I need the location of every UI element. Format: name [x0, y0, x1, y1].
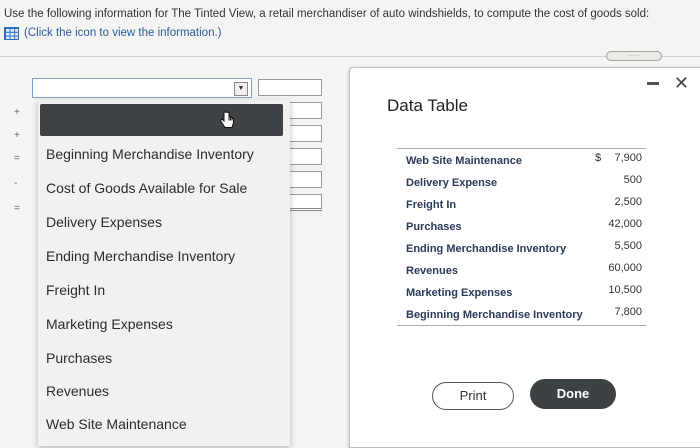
- data-table-title: Data Table: [387, 96, 468, 115]
- row-value: 42,000: [608, 218, 642, 230]
- currency-symbol: $: [595, 152, 602, 164]
- row-value: 7,800: [614, 306, 642, 318]
- row-label: Marketing Expenses: [406, 287, 513, 299]
- row-sign-2: +: [14, 130, 20, 141]
- data-table: Web Site Maintenance $ 7,900 Delivery Ex…: [397, 148, 646, 326]
- row-label: Ending Merchandise Inventory: [406, 243, 567, 255]
- expand-handle[interactable]: .....: [606, 51, 662, 61]
- dropdown-highlighted-option[interactable]: [40, 104, 283, 136]
- row-label: Purchases: [406, 221, 462, 233]
- row-label: Freight In: [406, 199, 457, 211]
- print-button[interactable]: Print: [432, 382, 514, 410]
- minimize-icon[interactable]: [647, 82, 659, 85]
- dropdown-option[interactable]: Ending Merchandise Inventory: [46, 248, 235, 264]
- table-icon[interactable]: [4, 26, 19, 40]
- row-value: 7,900: [614, 152, 642, 164]
- table-row: Ending Merchandise Inventory 5,500: [397, 237, 646, 259]
- row-label: Web Site Maintenance: [406, 155, 522, 167]
- table-row: Beginning Merchandise Inventory 7,800: [397, 303, 646, 325]
- dropdown-option[interactable]: Web Site Maintenance: [46, 416, 187, 432]
- table-row: Marketing Expenses 10,500: [397, 281, 646, 303]
- data-table-window: ✕ Data Table Web Site Maintenance $ 7,90…: [349, 67, 700, 448]
- dropdown-option[interactable]: Delivery Expenses: [46, 214, 162, 230]
- dropdown-option[interactable]: Marketing Expenses: [46, 316, 173, 332]
- hand-cursor-icon: [219, 111, 234, 128]
- account-dropdown-list: Beginning Merchandise Inventory Cost of …: [38, 100, 290, 446]
- instructions-text: Use the following information for The Ti…: [4, 8, 650, 20]
- table-row: Revenues 60,000: [397, 259, 646, 281]
- table-row: Freight In 2,500: [397, 193, 646, 215]
- row-sign-5: =: [14, 203, 20, 214]
- instructions: Use the following information for The Ti…: [4, 6, 694, 41]
- dropdown-option[interactable]: Cost of Goods Available for Sale: [46, 180, 247, 196]
- table-row: Delivery Expense 500: [397, 171, 646, 193]
- row-sign-4: -: [14, 178, 18, 189]
- row-value: 2,500: [614, 196, 642, 208]
- table-row: Web Site Maintenance $ 7,900: [397, 149, 646, 171]
- row-value: 500: [623, 174, 642, 186]
- dropdown-arrow-icon[interactable]: ▼: [234, 82, 248, 96]
- amount-input-1[interactable]: [258, 79, 322, 96]
- instructions-link-row[interactable]: (Click the icon to view the information.…: [4, 25, 694, 41]
- dropdown-option[interactable]: Revenues: [46, 383, 109, 399]
- instructions-link[interactable]: (Click the icon to view the information.…: [24, 25, 222, 41]
- dropdown-option[interactable]: Freight In: [46, 282, 105, 298]
- row-label: Delivery Expense: [406, 177, 498, 189]
- account-select[interactable]: ▼: [32, 78, 252, 98]
- row-sign-1: +: [14, 107, 20, 118]
- dropdown-option[interactable]: Purchases: [46, 350, 112, 366]
- row-label: Revenues: [406, 265, 458, 277]
- row-value: 10,500: [608, 284, 642, 296]
- row-label: Beginning Merchandise Inventory: [406, 309, 583, 321]
- table-row: Purchases 42,000: [397, 215, 646, 237]
- row-sign-3: =: [14, 153, 20, 164]
- done-button[interactable]: Done: [530, 379, 616, 409]
- row-value: 5,500: [614, 240, 642, 252]
- row-value: 60,000: [608, 262, 642, 274]
- dropdown-option[interactable]: Beginning Merchandise Inventory: [46, 146, 254, 162]
- divider: [0, 56, 700, 57]
- close-icon[interactable]: ✕: [674, 73, 689, 93]
